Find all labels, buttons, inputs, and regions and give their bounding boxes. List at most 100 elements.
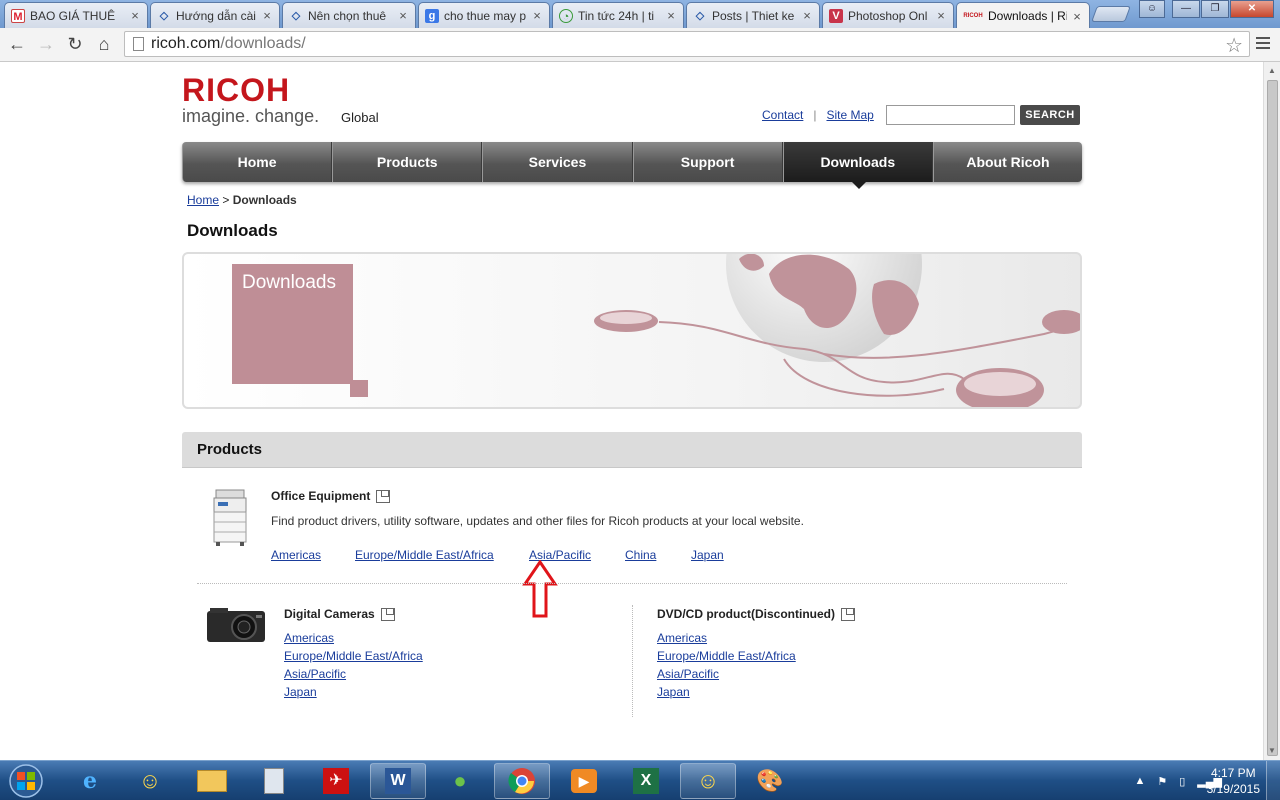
breadcrumb-home-link[interactable]: Home xyxy=(187,193,219,207)
browser-tab-strip: M BAO GIÁ THUÊ × ◇ Hướng dẫn cài × ◇ Nên… xyxy=(0,0,1280,29)
office-equipment-image xyxy=(213,489,247,546)
word-icon[interactable]: W xyxy=(370,763,426,799)
media-player-icon[interactable]: ▶ xyxy=(556,763,612,799)
new-window-icon[interactable] xyxy=(380,607,395,621)
scroll-down-arrow-icon[interactable]: ▼ xyxy=(1264,744,1280,758)
nav-products[interactable]: Products xyxy=(332,142,483,182)
nav-support[interactable]: Support xyxy=(632,142,783,182)
paint-icon[interactable]: 🎨 xyxy=(742,763,798,799)
office-link-china[interactable]: China xyxy=(625,548,656,562)
bookmark-star-icon[interactable]: ☆ xyxy=(1225,33,1243,58)
yahoo-messenger-icon[interactable]: ☺ xyxy=(680,763,736,799)
url-path: /downloads/ xyxy=(220,35,306,52)
contact-link[interactable]: Contact xyxy=(762,108,803,122)
gmail-icon: M xyxy=(11,8,25,23)
home-icon[interactable]: ⌂ xyxy=(93,33,115,55)
tab-label: Tin tức 24h | ti xyxy=(578,8,655,23)
dvd-links: Americas Europe/Middle East/Africa Asia/… xyxy=(657,631,796,703)
digital-cameras-label: Digital Cameras xyxy=(284,607,375,621)
downloads-banner: Downloads xyxy=(182,252,1082,409)
camera-link-japan[interactable]: Japan xyxy=(284,685,423,699)
calculator-icon[interactable] xyxy=(246,763,302,799)
internet-explorer-icon[interactable]: e xyxy=(62,763,118,799)
tab-ricoh-downloads[interactable]: RICOH Downloads | Ri × xyxy=(956,2,1090,29)
region-label: Global xyxy=(341,110,379,125)
clock-date: 3/19/2015 xyxy=(1206,782,1260,796)
camera-link-asia-pacific[interactable]: Asia/Pacific xyxy=(284,667,423,681)
back-arrow-icon[interactable]: ← xyxy=(6,33,28,55)
close-tab-icon[interactable]: × xyxy=(801,8,813,23)
windows-start-button[interactable] xyxy=(4,762,48,800)
close-tab-icon[interactable]: × xyxy=(1071,9,1083,24)
search-button[interactable]: SEARCH xyxy=(1020,105,1080,125)
breadcrumb-current: Downloads xyxy=(232,193,297,207)
parrot-app-icon[interactable]: ● xyxy=(432,763,488,799)
new-tab-button[interactable] xyxy=(1091,6,1131,22)
action-center-flag-icon[interactable]: ⚑ xyxy=(1157,775,1167,788)
camera-link-emea[interactable]: Europe/Middle East/Africa xyxy=(284,649,423,663)
chrome-icon[interactable] xyxy=(494,763,550,799)
show-desktop-button[interactable] xyxy=(1266,761,1280,800)
search-input[interactable] xyxy=(886,105,1015,125)
tab-google-search[interactable]: g cho thue may p × xyxy=(418,2,550,28)
forward-arrow-icon[interactable]: → xyxy=(35,33,57,55)
separator: | xyxy=(813,108,817,122)
scroll-up-arrow-icon[interactable]: ▲ xyxy=(1264,64,1280,78)
close-tab-icon[interactable]: × xyxy=(397,8,409,23)
office-link-emea[interactable]: Europe/Middle East/Africa xyxy=(355,548,494,562)
blogger-diamond-icon: ◇ xyxy=(159,9,169,22)
tab-tin-tuc[interactable]: ◔ Tin tức 24h | ti × xyxy=(552,2,684,28)
close-window-button[interactable]: ✕ xyxy=(1230,0,1274,18)
yahoo-messenger-icon[interactable]: ☺ xyxy=(122,763,178,799)
reload-icon[interactable]: ↻ xyxy=(64,33,86,55)
globe-mouse-illustration xyxy=(594,254,1080,407)
system-clock[interactable]: 4:17 PM 3/19/2015 xyxy=(1207,765,1260,797)
dvd-cd-label: DVD/CD product(Discontinued) xyxy=(657,607,835,621)
dvd-link-japan[interactable]: Japan xyxy=(657,685,796,699)
tab-photoshop-online[interactable]: V Photoshop Onl × xyxy=(822,2,954,28)
vertical-scrollbar[interactable]: ▲ ▼ xyxy=(1263,62,1280,760)
close-tab-icon[interactable]: × xyxy=(935,8,947,23)
sitemap-link[interactable]: Site Map xyxy=(826,108,873,122)
dvd-link-emea[interactable]: Europe/Middle East/Africa xyxy=(657,649,796,663)
dvd-link-asia-pacific[interactable]: Asia/Pacific xyxy=(657,667,796,681)
dvd-link-americas[interactable]: Americas xyxy=(657,631,796,645)
menu-icon[interactable] xyxy=(1256,37,1270,51)
window-controls: ☺ — ❐ ✕ xyxy=(1138,0,1274,18)
nav-home[interactable]: Home xyxy=(182,142,333,182)
office-link-japan[interactable]: Japan xyxy=(691,548,724,562)
browser-toolbar: ← → ↻ ⌂ ricoh.com/downloads/ ☆ xyxy=(0,28,1280,62)
blogger-diamond-icon: ◇ xyxy=(695,9,705,22)
close-tab-icon[interactable]: × xyxy=(531,8,543,23)
column-divider xyxy=(632,605,633,717)
tab-posts[interactable]: ◇ Posts | Thiet ke × xyxy=(686,2,820,28)
new-window-icon[interactable] xyxy=(376,489,391,503)
new-window-icon[interactable] xyxy=(841,607,855,621)
tab-nen-chon[interactable]: ◇ Nên chọn thuê × xyxy=(282,2,416,28)
nav-about-ricoh[interactable]: About Ricoh xyxy=(932,142,1083,182)
tab-gmail[interactable]: M BAO GIÁ THUÊ × xyxy=(4,2,148,28)
power-icon[interactable]: ▯ xyxy=(1179,775,1185,788)
address-bar[interactable]: ricoh.com/downloads/ ☆ xyxy=(124,31,1250,57)
close-tab-icon[interactable]: × xyxy=(665,8,677,23)
tab-huong-dan[interactable]: ◇ Hướng dẫn cài × xyxy=(150,2,280,28)
minimize-button[interactable]: — xyxy=(1172,0,1200,18)
scroll-thumb[interactable] xyxy=(1267,80,1278,756)
close-tab-icon[interactable]: × xyxy=(261,8,273,23)
ricoh-logo[interactable]: RICOH xyxy=(182,72,290,109)
blogger-diamond-icon: ◇ xyxy=(291,9,301,22)
acrobat-icon[interactable]: ✈ xyxy=(308,763,364,799)
show-hidden-icons[interactable]: ▲ xyxy=(1134,775,1145,787)
camera-link-americas[interactable]: Americas xyxy=(284,631,423,645)
tab-label: BAO GIÁ THUÊ xyxy=(30,8,116,23)
office-link-americas[interactable]: Americas xyxy=(271,548,321,562)
nav-downloads[interactable]: Downloads xyxy=(782,142,933,189)
file-explorer-icon[interactable] xyxy=(184,763,240,799)
user-icon[interactable]: ☺ xyxy=(1139,0,1165,18)
excel-icon[interactable]: X xyxy=(618,763,674,799)
close-tab-icon[interactable]: × xyxy=(129,8,141,23)
nav-services[interactable]: Services xyxy=(482,142,633,182)
breadcrumb-separator: > xyxy=(222,193,230,207)
maximize-button[interactable]: ❐ xyxy=(1201,0,1229,18)
products-section-header: Products xyxy=(182,432,1082,468)
